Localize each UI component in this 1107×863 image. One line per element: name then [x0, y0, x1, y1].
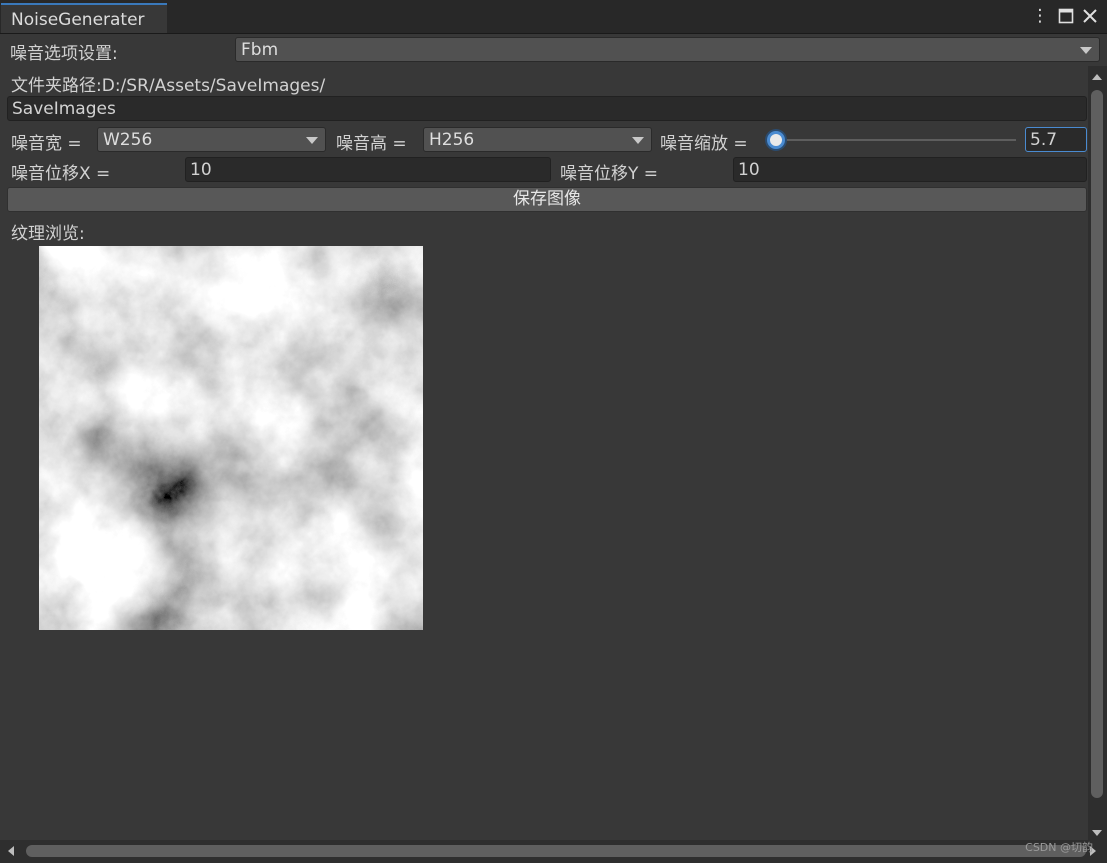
scale-label: 噪音缩放 =	[660, 134, 748, 154]
save-image-button[interactable]: 保存图像	[7, 187, 1087, 212]
tab-noise-generater[interactable]: NoiseGenerater	[1, 3, 167, 33]
vertical-scrollbar[interactable]	[1088, 66, 1107, 840]
scale-value: 5.7	[1030, 130, 1058, 150]
width-dropdown[interactable]: W256	[97, 127, 326, 152]
width-label: 噪音宽 =	[11, 134, 82, 154]
scroll-up-icon[interactable]	[1092, 74, 1102, 80]
tab-title: NoiseGenerater	[11, 10, 145, 30]
offset-x-label: 噪音位移X =	[11, 164, 111, 184]
scale-slider-thumb[interactable]	[767, 131, 785, 149]
width-value: W256	[103, 130, 153, 150]
watermark-text: CSDN @切韵	[1025, 841, 1093, 854]
horizontal-scrollbar[interactable]	[0, 840, 1107, 863]
folder-name-input[interactable]: SaveImages	[7, 96, 1087, 121]
scale-value-field[interactable]: 5.7	[1025, 127, 1087, 152]
offset-y-value: 10	[738, 160, 760, 180]
offset-x-value: 10	[190, 160, 212, 180]
height-label: 噪音高 =	[336, 134, 407, 154]
tab-bar: NoiseGenerater ⋮	[0, 0, 1107, 34]
noise-type-value: Fbm	[241, 40, 279, 60]
maximize-icon[interactable]	[1056, 6, 1076, 26]
scroll-down-icon[interactable]	[1092, 830, 1102, 836]
offset-y-field[interactable]: 10	[733, 157, 1087, 182]
scroll-left-icon[interactable]	[8, 846, 14, 856]
folder-path-label: 文件夹路径:D:/SR/Assets/SaveImages/	[11, 76, 326, 96]
chevron-down-icon	[306, 137, 318, 144]
offset-y-label: 噪音位移Y =	[560, 164, 659, 184]
offset-x-field[interactable]: 10	[185, 157, 551, 182]
close-icon[interactable]	[1080, 6, 1100, 26]
scale-slider-track[interactable]	[766, 139, 1016, 141]
chevron-down-icon	[632, 137, 644, 144]
noise-options-label: 噪音选项设置:	[10, 44, 118, 64]
editor-window: NoiseGenerater ⋮ 噪音选项设置: Fbm 文件夹路径:D:/SR…	[0, 0, 1107, 863]
horizontal-scroll-thumb[interactable]	[26, 845, 1086, 857]
height-value: H256	[429, 130, 475, 150]
noise-type-dropdown[interactable]: Fbm	[235, 37, 1100, 62]
kebab-menu-icon[interactable]: ⋮	[1030, 6, 1050, 26]
folder-name-value: SaveImages	[12, 99, 116, 119]
vertical-scroll-thumb[interactable]	[1091, 90, 1103, 798]
noise-texture-preview	[39, 246, 423, 630]
texture-preview-label: 纹理浏览:	[11, 224, 85, 244]
height-dropdown[interactable]: H256	[423, 127, 652, 152]
chevron-down-icon	[1080, 47, 1092, 54]
